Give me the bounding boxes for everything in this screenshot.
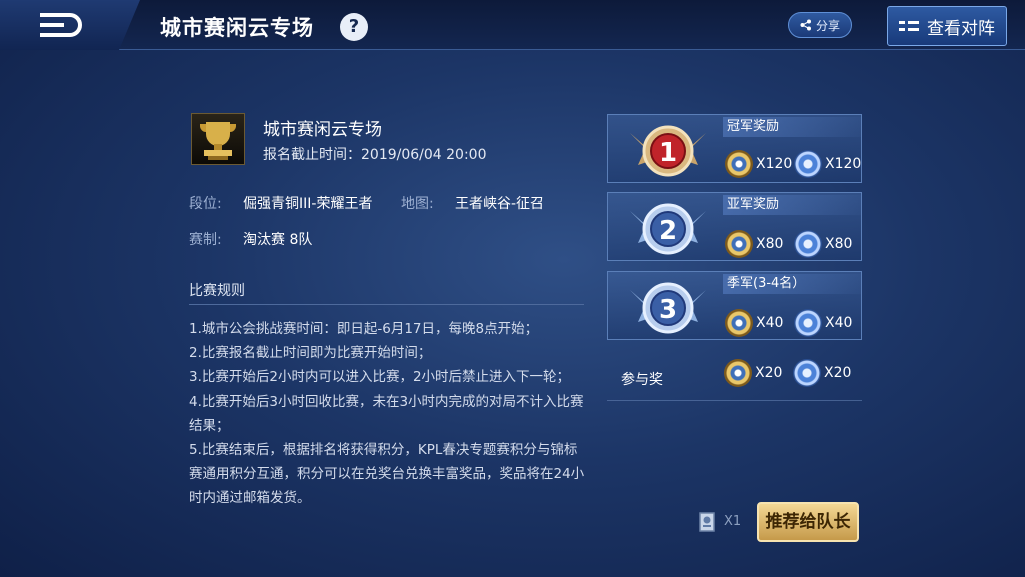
top-bar: 城市赛闲云专场 ? 分享 查看对阵 xyxy=(0,0,1025,50)
gold-coin-icon xyxy=(724,359,752,387)
reward-qty: X40 xyxy=(825,315,853,331)
map-label: 地图: xyxy=(401,196,434,212)
rank-3-medal-icon: 3 xyxy=(630,282,706,334)
rule-line: 3.比赛开始后2小时内可以进入比赛，2小时后禁止进入下一轮； xyxy=(189,369,571,386)
participation-qty: X20 xyxy=(755,365,783,381)
blue-coin-icon xyxy=(794,150,822,178)
blue-coin-icon xyxy=(794,309,822,337)
rule-line: 5.比赛结束后，根据排名将获得积分，KPL春决专题赛积分与锦标赛通用积分互通，积… xyxy=(189,442,585,507)
blue-coin-icon xyxy=(793,359,821,387)
rank-1-medal-icon: 1 xyxy=(630,125,706,177)
reward-title: 亚军奖励 xyxy=(723,195,861,215)
map-value: 王者峡谷-征召 xyxy=(455,196,545,212)
lineup-icon xyxy=(899,21,919,31)
ticket-icon xyxy=(699,512,715,532)
ticket-qty: X1 xyxy=(724,514,742,529)
reward-title: 冠军奖励 xyxy=(723,117,861,137)
participation-reward-label: 参与奖 xyxy=(621,372,663,388)
tier-label: 段位: xyxy=(189,196,222,212)
participation-qty: X20 xyxy=(824,365,852,381)
svg-text:3: 3 xyxy=(659,295,677,325)
rules-title: 比赛规则 xyxy=(189,283,245,299)
share-icon xyxy=(800,19,811,31)
reward-qty: X120 xyxy=(756,156,793,172)
champion-reward-card: 1 冠军奖励 X120 X120 xyxy=(607,114,862,183)
gold-coin-icon xyxy=(725,150,753,178)
gold-coin-icon xyxy=(725,230,753,258)
svg-text:2: 2 xyxy=(659,216,677,246)
blue-coin-icon xyxy=(794,230,822,258)
tier-value: 倔强青铜III-荣耀王者 xyxy=(243,196,373,212)
reward-qty: X40 xyxy=(756,315,784,331)
lineup-label: 查看对阵 xyxy=(927,18,995,39)
page-title: 城市赛闲云专场 xyxy=(160,16,314,40)
format-label: 赛制: xyxy=(189,232,222,248)
rules-divider xyxy=(189,304,584,305)
participation-divider xyxy=(607,400,862,401)
reward-qty: X80 xyxy=(756,236,784,252)
help-icon[interactable]: ? xyxy=(340,13,368,41)
reward-title: 季军(3-4名） xyxy=(723,274,861,294)
format-value: 淘汰赛 8队 xyxy=(243,232,313,248)
reward-qty: X120 xyxy=(825,156,862,172)
share-label: 分享 xyxy=(815,18,840,33)
registration-deadline: 报名截止时间：2019/06/04 20:00 xyxy=(263,147,487,163)
rule-line: 4.比赛开始后3小时回收比赛，未在3小时内完成的对局不计入比赛结果； xyxy=(189,393,584,434)
trophy-icon xyxy=(191,113,245,165)
share-button[interactable]: 分享 xyxy=(788,12,852,38)
gold-coin-icon xyxy=(725,309,753,337)
rule-line: 1.城市公会挑战赛时间：即日起-6月17日，每晚8点开始； xyxy=(189,321,539,337)
back-icon xyxy=(40,13,82,37)
view-lineup-button[interactable]: 查看对阵 xyxy=(887,6,1007,46)
third-place-reward-card: 3 季军(3-4名） X40 X40 xyxy=(607,271,862,340)
reward-qty: X80 xyxy=(825,236,853,252)
recommend-to-captain-button[interactable]: 推荐给队长 xyxy=(757,502,859,542)
back-button[interactable] xyxy=(0,0,140,50)
svg-text:1: 1 xyxy=(659,138,677,168)
rule-line: 2.比赛报名截止时间即为比赛开始时间； xyxy=(189,345,432,362)
rank-2-medal-icon: 2 xyxy=(630,203,706,255)
runner-up-reward-card: 2 亚军奖励 X80 X80 xyxy=(607,192,862,261)
rules-text: 1.城市公会挑战赛时间：即日起-6月17日，每晚8点开始； 2.比赛报名截止时间… xyxy=(189,317,589,511)
match-name: 城市赛闲云专场 xyxy=(263,120,382,140)
